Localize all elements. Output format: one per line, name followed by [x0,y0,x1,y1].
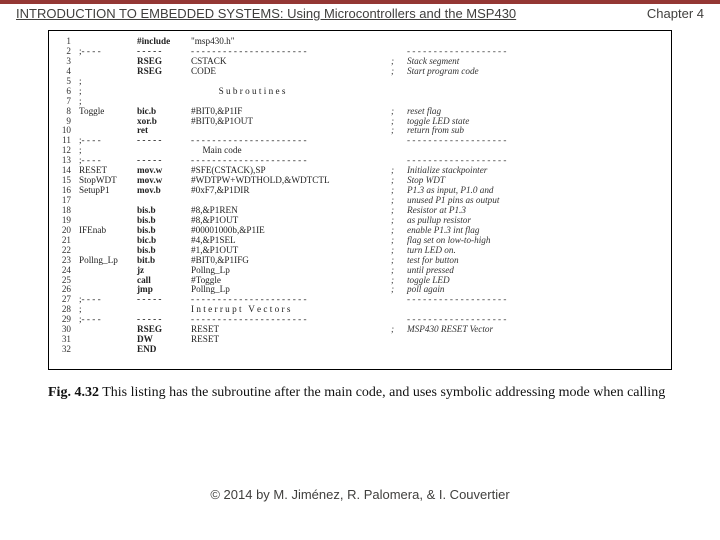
comment-semicolon [391,37,407,47]
code-label: ; [79,87,137,97]
line-number: 5 [51,77,79,87]
code-line: 6; S u b r o u t i n e s [51,87,663,97]
code-comment [407,97,663,107]
code-comment [407,77,663,87]
code-label: ;- - - - [79,315,137,325]
code-comment: reset flag [407,107,663,117]
comment-semicolon: ; [391,107,407,117]
code-operand: Pollng_Lp [191,266,391,276]
code-label: ; [79,77,137,87]
code-label: ;- - - - [79,295,137,305]
code-listing-figure: 1#include"msp430.h"2;- - - -- - - - -- -… [48,30,672,370]
code-label [79,196,137,206]
code-label [79,345,137,355]
code-label: ;- - - - [79,136,137,146]
code-label [79,236,137,246]
line-number: 7 [51,97,79,107]
code-comment: Start program code [407,67,663,77]
slide-header: INTRODUCTION TO EMBEDDED SYSTEMS: Using … [16,6,704,21]
code-comment [407,335,663,345]
figure-caption: Fig. 4.32 This listing has the subroutin… [48,384,672,403]
comment-semicolon [391,87,407,97]
code-opcode: END [137,345,191,355]
code-line: 24 jzPollng_Lp;until pressed [51,266,663,276]
comment-semicolon: ; [391,126,407,136]
line-number: 4 [51,67,79,77]
comment-semicolon: ; [391,325,407,335]
code-label: ;- - - - [79,47,137,57]
code-line: 4 RSEGCODE;Start program code [51,67,663,77]
line-number: 32 [51,345,79,355]
code-label [79,276,137,286]
code-comment: - - - - - - - - - - - - - - - - - - - [407,295,663,305]
code-line: 32 END [51,345,663,355]
code-label [79,57,137,67]
code-operand: CODE [191,67,391,77]
code-operand: CSTACK [191,57,391,67]
code-line: 16SetupP1mov.b#0xF7,&P1DIR;P1.3 as input… [51,186,663,196]
line-number: 6 [51,87,79,97]
header-accent-bar [0,0,720,4]
figure-caption-label: Fig. 4.32 [48,385,99,400]
code-opcode: - - - - - [137,136,191,146]
code-opcode: bit.b [137,256,191,266]
code-operand: #BIT0,&P1IF [191,107,391,117]
comment-semicolon [391,295,407,305]
code-label [79,117,137,127]
comment-semicolon [391,345,407,355]
code-label [79,335,137,345]
code-operand: - - - - - - - - - - - - - - - - - - - - … [191,315,391,325]
chapter-label: Chapter 4 [647,6,704,21]
comment-semicolon: ; [391,67,407,77]
code-comment [407,345,663,355]
code-label: IFEnab [79,226,137,236]
code-line: 8Togglebic.b#BIT0,&P1IF;reset flag [51,107,663,117]
code-opcode: RSEG [137,67,191,77]
line-number: 8 [51,107,79,117]
code-comment: toggle LED [407,276,663,286]
comment-semicolon [391,305,407,315]
code-comment: MSP430 RESET Vector [407,325,663,335]
code-comment: until pressed [407,266,663,276]
code-opcode: mov.b [137,186,191,196]
line-number: 2 [51,47,79,57]
code-opcode: - - - - - [137,295,191,305]
copyright-footer: © 2014 by M. Jiménez, R. Palomera, & I. … [0,487,720,502]
code-comment: Initialize stackpointer [407,166,663,176]
code-operand: #0xF7,&P1DIR [191,186,391,196]
code-opcode: jz [137,266,191,276]
code-line: 27;- - - -- - - - -- - - - - - - - - - -… [51,295,663,305]
code-comment [407,87,663,97]
code-label [79,67,137,77]
code-line: 5; [51,77,663,87]
code-label [79,206,137,216]
code-label: Pollng_Lp [79,256,137,266]
code-line: 11;- - - -- - - - -- - - - - - - - - - -… [51,136,663,146]
line-number: 24 [51,266,79,276]
code-operand: RESET [191,335,391,345]
comment-semicolon [391,335,407,345]
book-title: INTRODUCTION TO EMBEDDED SYSTEMS: Using … [16,6,516,21]
code-comment: - - - - - - - - - - - - - - - - - - - [407,136,663,146]
code-listing: 1#include"msp430.h"2;- - - -- - - - -- -… [51,37,663,355]
code-label: SetupP1 [79,186,137,196]
code-label: Toggle [79,107,137,117]
code-operand: RESET [191,325,391,335]
code-opcode: bic.b [137,107,191,117]
comment-semicolon: ; [391,266,407,276]
code-opcode [137,87,191,97]
line-number: 1 [51,37,79,47]
comment-semicolon: ; [391,285,407,295]
figure-caption-text: This listing has the subroutine after th… [99,385,665,400]
code-opcode [137,77,191,87]
comment-semicolon [391,146,407,156]
code-label [79,325,137,335]
comment-semicolon [391,77,407,87]
comment-semicolon [391,136,407,146]
code-label [79,266,137,276]
line-number: 3 [51,57,79,67]
code-operand: #BIT0,&P1OUT [191,117,391,127]
code-operand [191,345,391,355]
code-operand: S u b r o u t i n e s [191,87,391,97]
